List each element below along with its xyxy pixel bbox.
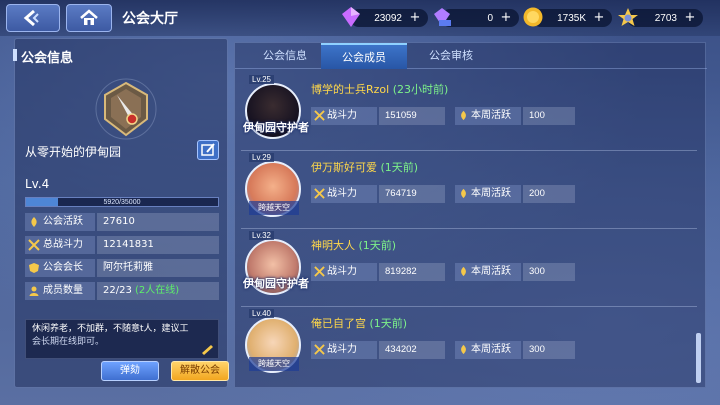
top-bar: 公会大厅 23092 + 0 + 1735K + 2703 +: [0, 0, 720, 36]
edit-icon: [201, 143, 215, 156]
guild-info-panel: 公会信息 从零开始的伊甸园 Lv.4 5920/35000 公会活跃 27610…: [13, 38, 229, 388]
disband-guild-button[interactable]: 解散公会: [171, 361, 229, 381]
add-gold-button[interactable]: +: [592, 11, 606, 25]
member-name: 神明大人: [311, 239, 355, 252]
title-badge: 跨越天空: [249, 357, 299, 371]
title-badge: 伊甸园守护者: [243, 277, 309, 290]
stat-member-count: 成员数量 22/23 (2人在线): [25, 282, 219, 300]
flame-icon: [461, 110, 466, 121]
member-name: 伊万斯好可爱: [311, 161, 377, 174]
edit-guild-name-button[interactable]: [197, 140, 219, 160]
add-vip-gem-button[interactable]: +: [499, 11, 513, 25]
add-medal-button[interactable]: +: [683, 11, 697, 25]
guild-xp-bar: 5920/35000: [25, 197, 219, 207]
guild-xp-text: 5920/35000: [103, 199, 141, 206]
flame-icon: [31, 217, 37, 227]
heading-marker: [13, 49, 17, 61]
member-name: 俺已自了宫: [311, 317, 366, 330]
swords-icon: [28, 239, 40, 251]
list-item[interactable]: Lv.40 跨越天空 俺已自了宫 (1天前) 战斗力 434202 本周活跃 3…: [241, 309, 697, 385]
list-item[interactable]: Lv.29 跨越天空 伊万斯好可爱 (1天前) 战斗力 764719 本周活跃 …: [241, 153, 697, 229]
guild-level: Lv.4: [25, 177, 50, 191]
home-icon: [80, 9, 98, 25]
vip-gem-icon: [434, 8, 451, 26]
guild-notice: 休闲养老，不加群，不随意t人，建议工 会长期在线即可。: [25, 319, 219, 359]
stat-guild-leader: 公会会长 阿尔托莉雅: [25, 259, 219, 277]
members-icon: [29, 286, 39, 296]
tab-bar: 公会信息 公会成员 公会审核: [235, 43, 707, 69]
list-item[interactable]: Lv.32 伊甸园守护者 神明大人 (1天前) 战斗力 819282 本周活跃 …: [241, 231, 697, 307]
resource-crystal: 23092 +: [342, 7, 428, 27]
impeach-button[interactable]: 弹劾: [101, 361, 159, 381]
flame-icon: [461, 188, 466, 199]
last-online: (1天前): [358, 239, 397, 252]
title-badge: 跨越天空: [249, 201, 299, 215]
swords-icon: [314, 110, 325, 121]
guild-name: 从零开始的伊甸园: [25, 145, 122, 159]
resource-medal: 2703 +: [618, 8, 703, 27]
swords-icon: [314, 344, 325, 355]
title-badge: 伊甸园守护者: [243, 121, 309, 134]
add-crystal-button[interactable]: +: [408, 11, 422, 25]
flame-icon: [461, 266, 466, 277]
tab-guild-info[interactable]: 公会信息: [245, 43, 325, 69]
back-arrow-icon: [23, 9, 39, 27]
home-button[interactable]: [66, 4, 112, 32]
pen-icon[interactable]: [200, 343, 214, 355]
stat-total-power: 总战斗力 12141831: [25, 236, 219, 254]
member-name: 博学的士兵Rzol: [311, 83, 390, 96]
back-button[interactable]: [6, 4, 60, 32]
swords-icon: [314, 188, 325, 199]
last-online: (1天前): [369, 317, 408, 330]
star-medal-icon: [618, 8, 638, 26]
tab-guild-members[interactable]: 公会成员: [321, 43, 407, 69]
guild-info-heading: 公会信息: [21, 51, 74, 66]
resource-vip-gem: 0 +: [434, 8, 519, 27]
member-panel: 公会信息 公会成员 公会审核 Lv.25 伊甸园守护者 博学的士兵Rzol (2…: [234, 42, 707, 388]
last-online: (1天前): [380, 161, 419, 174]
list-item[interactable]: Lv.25 伊甸园守护者 博学的士兵Rzol (23小时前) 战斗力 15105…: [241, 75, 697, 151]
resource-gold: 1735K +: [523, 7, 612, 27]
list-scrollbar[interactable]: [696, 333, 701, 383]
guild-emblem-icon: [95, 78, 157, 140]
gold-coin-icon: [523, 7, 543, 27]
swords-icon: [314, 266, 325, 277]
crown-shield-icon: [29, 263, 39, 273]
flame-icon: [461, 344, 466, 355]
stat-guild-activity: 公会活跃 27610: [25, 213, 219, 231]
crystal-icon: [342, 7, 360, 27]
page-title: 公会大厅: [122, 11, 178, 27]
last-online: (23小时前): [392, 83, 449, 96]
tab-guild-review[interactable]: 公会审核: [411, 43, 491, 69]
